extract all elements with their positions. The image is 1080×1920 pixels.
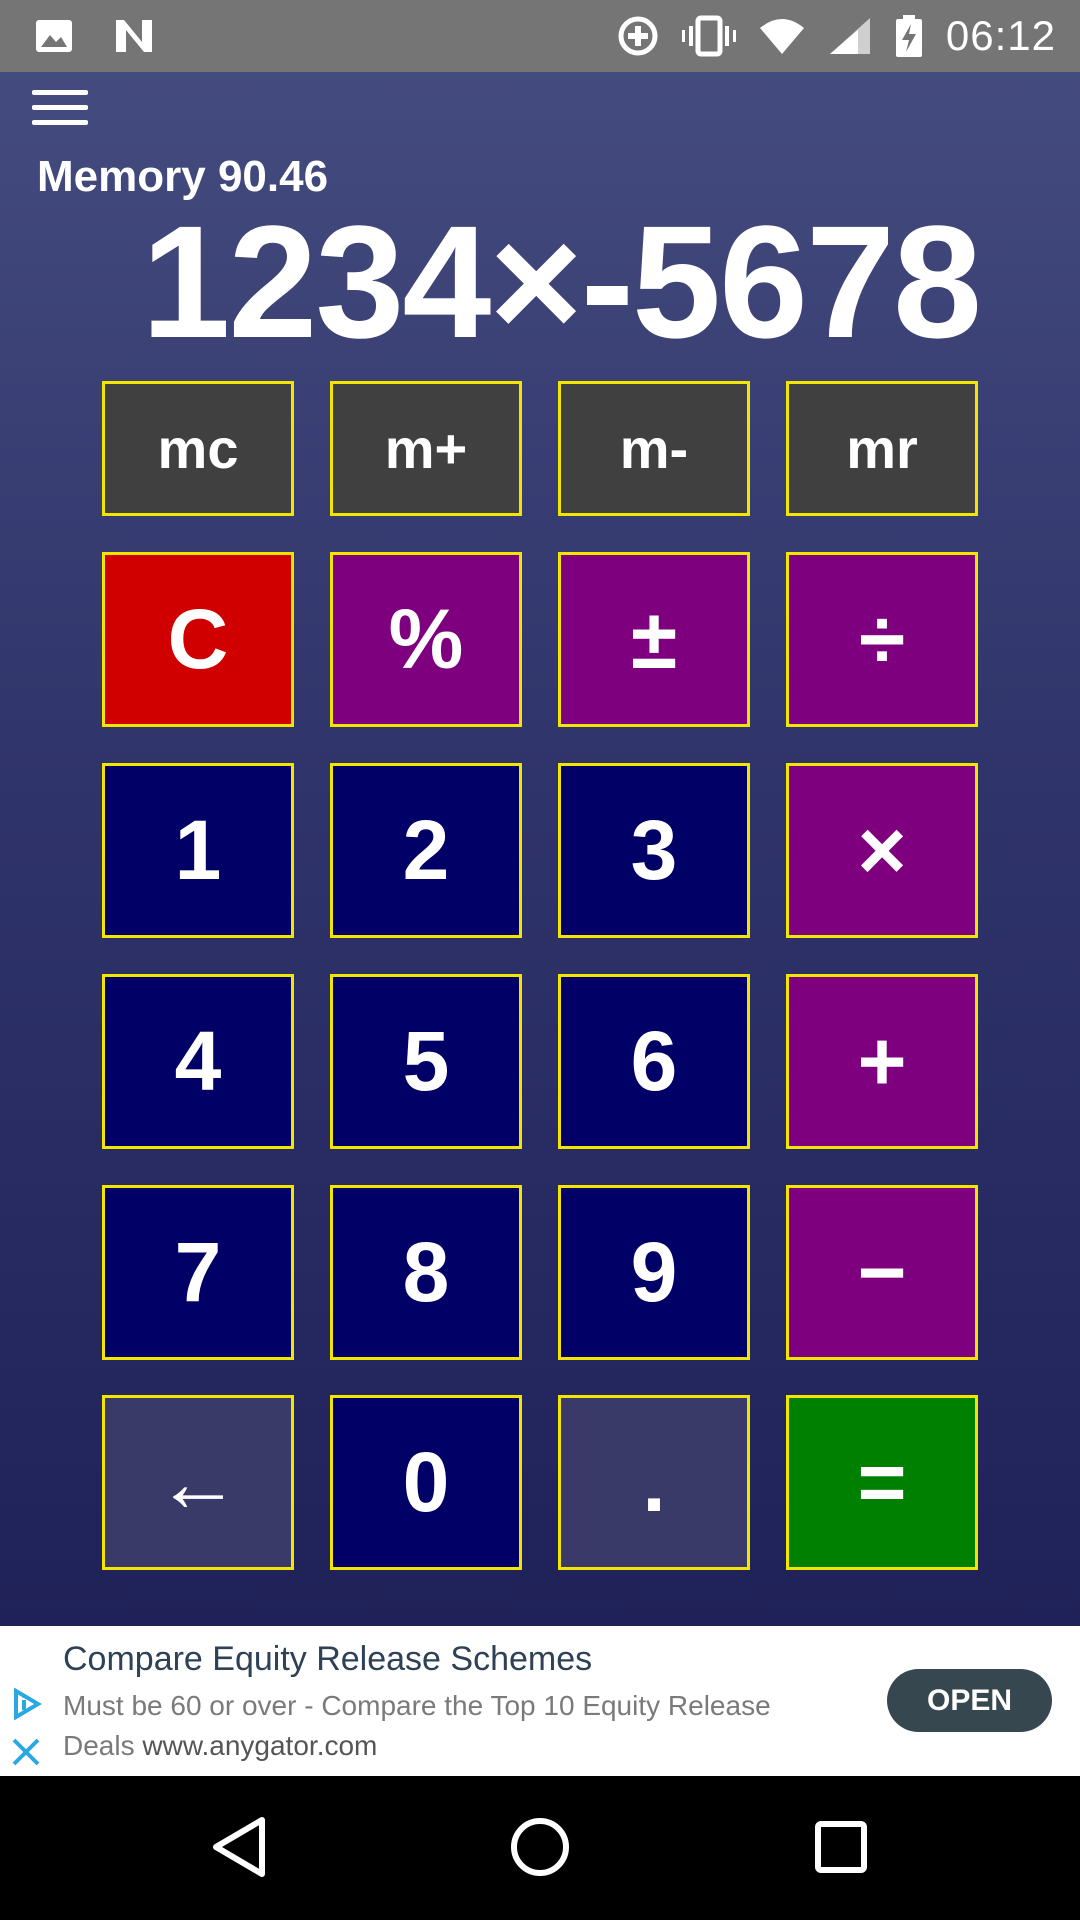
hamburger-menu-icon[interactable] bbox=[32, 90, 88, 130]
data-saver-icon bbox=[618, 16, 658, 56]
wifi-icon bbox=[759, 19, 804, 54]
ad-banner[interactable]: Compare Equity Release Schemes Must be 6… bbox=[0, 1626, 1080, 1776]
home-icon[interactable] bbox=[505, 1812, 575, 1882]
digit-9-button[interactable]: 9 bbox=[558, 1185, 750, 1360]
digit-2-button[interactable]: 2 bbox=[330, 763, 522, 938]
equals-button[interactable]: = bbox=[786, 1395, 978, 1570]
image-icon bbox=[36, 20, 72, 52]
memory-clear-button[interactable]: mc bbox=[102, 381, 294, 516]
n-logo-icon bbox=[116, 20, 152, 52]
digit-7-button[interactable]: 7 bbox=[102, 1185, 294, 1360]
battery-charging-icon bbox=[895, 15, 922, 57]
memory-recall-button[interactable]: mr bbox=[786, 381, 978, 516]
decimal-button[interactable]: . bbox=[558, 1395, 750, 1570]
divide-button[interactable]: ÷ bbox=[786, 552, 978, 727]
status-bar: 06:12 bbox=[0, 0, 1080, 72]
memory-add-button[interactable]: m+ bbox=[330, 381, 522, 516]
ad-body: Must be 60 or over - Compare the Top 10 … bbox=[63, 1686, 843, 1766]
status-time: 06:12 bbox=[945, 12, 1056, 59]
navigation-bar bbox=[0, 1776, 1080, 1920]
digit-3-button[interactable]: 3 bbox=[558, 763, 750, 938]
digit-8-button[interactable]: 8 bbox=[330, 1185, 522, 1360]
digit-6-button[interactable]: 6 bbox=[558, 974, 750, 1149]
plus-minus-button[interactable]: ± bbox=[558, 552, 750, 727]
multiply-button[interactable]: × bbox=[786, 763, 978, 938]
memory-subtract-button[interactable]: m- bbox=[558, 381, 750, 516]
add-button[interactable]: + bbox=[786, 974, 978, 1149]
backspace-button[interactable]: ← bbox=[102, 1395, 294, 1570]
digit-0-button[interactable]: 0 bbox=[330, 1395, 522, 1570]
ad-choices-icon[interactable] bbox=[10, 1688, 42, 1720]
percent-button[interactable]: % bbox=[330, 552, 522, 727]
calculator-display: 1234×-5678 bbox=[141, 192, 982, 371]
recents-icon[interactable] bbox=[806, 1812, 876, 1882]
ad-close-icon[interactable] bbox=[10, 1736, 42, 1768]
vibrate-icon bbox=[681, 15, 736, 57]
back-icon[interactable] bbox=[204, 1812, 274, 1882]
ad-title[interactable]: Compare Equity Release Schemes bbox=[63, 1640, 592, 1679]
signal-icon bbox=[829, 18, 870, 54]
ad-open-button[interactable]: OPEN bbox=[887, 1669, 1052, 1732]
digit-5-button[interactable]: 5 bbox=[330, 974, 522, 1149]
clear-button[interactable]: C bbox=[102, 552, 294, 727]
subtract-button[interactable]: − bbox=[786, 1185, 978, 1360]
digit-1-button[interactable]: 1 bbox=[102, 763, 294, 938]
calculator-app: Memory 90.46 1234×-5678 mc m+ m- mr C % … bbox=[0, 72, 1080, 1626]
digit-4-button[interactable]: 4 bbox=[102, 974, 294, 1149]
ad-url[interactable]: www.anygator.com bbox=[142, 1730, 377, 1761]
